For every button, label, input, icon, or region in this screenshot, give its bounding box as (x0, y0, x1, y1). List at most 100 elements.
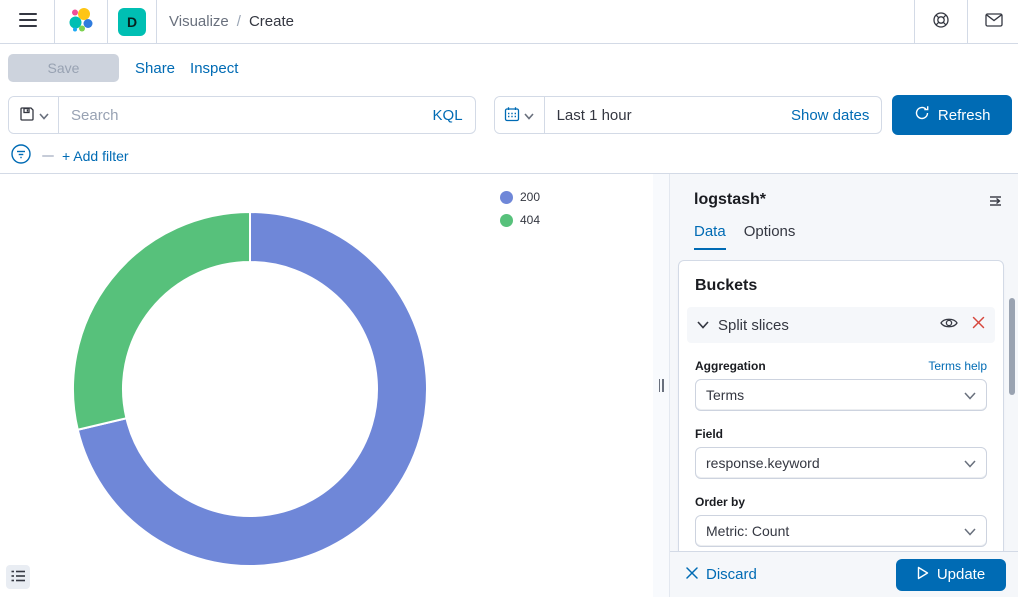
collapse-panel-button[interactable] (984, 190, 1008, 214)
terms-help-link[interactable]: Terms help (928, 359, 987, 373)
breadcrumb-create: Create (249, 13, 294, 30)
chevron-down-icon (524, 108, 534, 123)
filter-circle-icon (10, 143, 32, 168)
aggregation-select[interactable]: Terms (695, 379, 987, 411)
saved-query-menu-button[interactable] (9, 97, 59, 133)
collapse-panel-icon (988, 193, 1004, 212)
divider (967, 0, 968, 43)
sidebar-header: logstash* (670, 174, 1018, 209)
legend-dot (500, 214, 513, 227)
aggregation-value: Terms (706, 387, 744, 403)
top-navigation-bar: D Visualize / Create (0, 0, 1018, 44)
aggregation-label: Aggregation (695, 359, 766, 373)
header-chrome: D Visualize / Create (0, 0, 1018, 174)
divider (54, 0, 55, 43)
resize-grip-icon (659, 379, 664, 392)
sidebar-footer: Discard Update (670, 551, 1018, 597)
saved-query-floppy-icon (19, 106, 35, 125)
legend-item[interactable]: 200 (500, 190, 540, 204)
query-bar-row: KQL Last 1 hour Show dates (0, 92, 1018, 138)
chart-legend: 200 404 (500, 190, 540, 236)
calendar-icon (504, 106, 520, 125)
toolbar-row: Save Share Inspect (0, 44, 1018, 92)
legend-label: 404 (520, 213, 540, 227)
panel-resizer[interactable] (653, 174, 669, 597)
menu-button[interactable] (12, 6, 44, 38)
split-slices-actions (940, 316, 985, 335)
donut-chart (0, 174, 653, 597)
inspect-button[interactable]: Inspect (190, 60, 238, 77)
help-lifebuoy-icon (932, 11, 950, 32)
eye-toggle-icon[interactable] (940, 316, 958, 335)
update-label: Update (937, 566, 985, 583)
split-slices-header: Split slices (687, 307, 995, 343)
newsfeed-mail-icon (985, 13, 1003, 30)
kql-language-button[interactable]: KQL (433, 97, 475, 133)
buckets-title: Buckets (687, 269, 995, 307)
buckets-card: Buckets Split slices (678, 260, 1004, 551)
show-dates-button[interactable]: Show dates (791, 97, 881, 133)
deployment-badge[interactable]: D (118, 8, 146, 36)
discard-button[interactable]: Discard (686, 566, 757, 583)
chevron-down-icon (39, 108, 49, 123)
update-button[interactable]: Update (896, 559, 1006, 591)
editor-sidebar: logstash* Data Options Buckets (669, 174, 1018, 597)
refresh-label: Refresh (938, 107, 991, 124)
deployment-initial: D (127, 14, 137, 30)
divider (914, 0, 915, 43)
donut-slice-404[interactable] (73, 212, 250, 430)
index-pattern-title: logstash* (694, 191, 766, 208)
breadcrumb-visualize[interactable]: Visualize (169, 13, 229, 30)
legend-item[interactable]: 404 (500, 213, 540, 227)
newsfeed-button[interactable] (978, 6, 1010, 38)
breadcrumb: Visualize / Create (169, 13, 294, 30)
hamburger-icon (18, 12, 38, 31)
time-picker-group: Last 1 hour Show dates (494, 96, 883, 134)
field-value: response.keyword (706, 455, 820, 471)
top-nav-right (904, 0, 1018, 43)
visualization-canvas: 200 404 (0, 174, 653, 597)
divider (107, 0, 108, 43)
legend-list-icon (11, 570, 25, 585)
chevron-down-icon (964, 387, 976, 403)
home-button[interactable] (65, 6, 97, 38)
refresh-button[interactable]: Refresh (892, 95, 1012, 135)
legend-toggle-button[interactable] (6, 565, 30, 589)
legend-dot (500, 191, 513, 204)
divider (156, 0, 157, 43)
help-button[interactable] (925, 6, 957, 38)
search-bar-group: KQL (8, 96, 476, 134)
field-select[interactable]: response.keyword (695, 447, 987, 479)
field-label: Field (695, 427, 723, 441)
add-filter-button[interactable]: + Add filter (62, 148, 129, 164)
chevron-down-icon[interactable] (697, 316, 709, 334)
save-button[interactable]: Save (8, 54, 119, 82)
time-picker-menu-button[interactable] (495, 97, 545, 133)
breadcrumb-separator: / (237, 13, 241, 30)
split-slices-body: Aggregation Terms help Terms Field respo… (687, 359, 995, 547)
main-content: 200 404 logstash* (0, 174, 1018, 597)
order-by-label: Order by (695, 495, 745, 509)
discard-label: Discard (706, 566, 757, 583)
search-input[interactable] (59, 97, 433, 133)
filter-options-button[interactable] (8, 143, 34, 169)
filter-pin-divider (42, 155, 54, 157)
time-range-value[interactable]: Last 1 hour (545, 97, 791, 133)
order-by-select[interactable]: Metric: Count (695, 515, 987, 547)
tab-data[interactable]: Data (694, 223, 726, 250)
scrollbar-thumb[interactable] (1009, 298, 1015, 395)
split-slices-label: Split slices (718, 317, 789, 334)
order-by-value: Metric: Count (706, 523, 789, 539)
chevron-down-icon (964, 523, 976, 539)
sidebar-tabs: Data Options (670, 223, 1018, 250)
top-nav-left: D Visualize / Create (0, 0, 294, 43)
close-x-icon (686, 566, 698, 583)
sidebar-scroll-area: Buckets Split slices (670, 250, 1018, 551)
share-button[interactable]: Share (135, 60, 175, 77)
remove-bucket-x-icon[interactable] (972, 316, 985, 334)
chevron-down-icon (964, 455, 976, 471)
legend-label: 200 (520, 190, 540, 204)
filter-bar-row: + Add filter (0, 138, 1018, 173)
tab-options[interactable]: Options (744, 223, 796, 250)
elastic-logo (68, 7, 94, 36)
